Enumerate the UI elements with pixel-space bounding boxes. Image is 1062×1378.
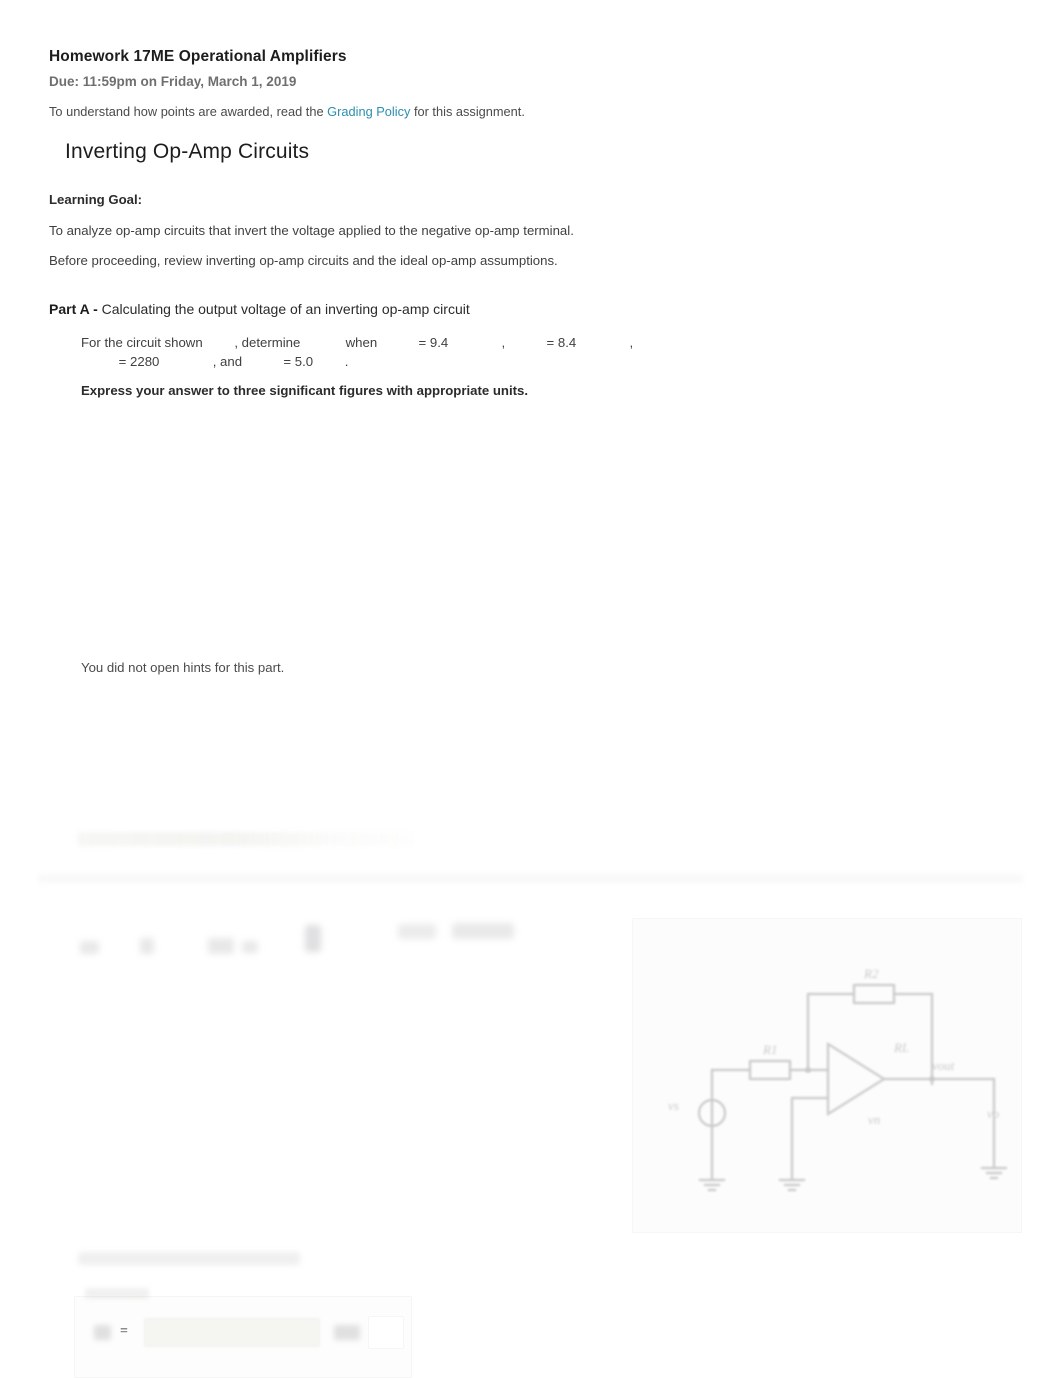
learning-goal-line-2: Before proceeding, review inverting op-a… bbox=[49, 253, 558, 268]
faded-toolbar-icon-template[interactable] bbox=[305, 925, 321, 952]
faded-toolbar-label-left bbox=[398, 924, 436, 939]
faded-toolbar-label-right bbox=[452, 923, 514, 939]
faded-toolbar-icon-reset[interactable] bbox=[208, 938, 234, 954]
page-title: Homework 17ME Operational Amplifiers bbox=[49, 48, 347, 65]
faded-toolbar-icon-redo[interactable] bbox=[140, 938, 154, 954]
prompt-text-4: = 9.4 bbox=[414, 335, 452, 350]
grading-policy-link[interactable]: Grading Policy bbox=[327, 104, 410, 119]
hints-note: You did not open hints for this part. bbox=[81, 660, 285, 675]
due-date: Due: 11:59pm on Friday, March 1, 2019 bbox=[49, 74, 297, 89]
prompt-text-8: = 2280 bbox=[115, 354, 164, 369]
part-a-heading: Part A - Calculating the output voltage … bbox=[49, 301, 470, 317]
prompt-text-11: . bbox=[344, 354, 349, 369]
prompt-text-3: when bbox=[341, 335, 381, 350]
answer-units-box[interactable] bbox=[368, 1316, 404, 1349]
section-heading: Inverting Op-Amp Circuits bbox=[65, 140, 310, 163]
faded-text-block bbox=[78, 832, 414, 846]
part-a-title: Calculating the output voltage of an inv… bbox=[101, 301, 470, 317]
grading-policy-suffix: for this assignment. bbox=[410, 104, 525, 119]
express-instruction: Express your answer to three significant… bbox=[81, 383, 529, 398]
grading-policy-line: To understand how points are awarded, re… bbox=[49, 104, 525, 119]
circuit-figure-panel bbox=[632, 918, 1022, 1233]
faded-toolbar-icon-undo[interactable] bbox=[80, 941, 99, 954]
prompt-text-2: , determine bbox=[234, 335, 304, 350]
prompt-text-10: = 5.0 bbox=[279, 354, 317, 369]
learning-goal-line-1: To analyze op-amp circuits that invert t… bbox=[49, 223, 574, 238]
prompt-text-5: , bbox=[497, 335, 509, 350]
faded-answer-prompt bbox=[78, 1252, 300, 1265]
homework-page: Homework 17ME Operational Amplifiers Due… bbox=[0, 0, 1062, 1378]
faded-toolbar-icon-keyboard[interactable] bbox=[242, 941, 258, 953]
section-divider bbox=[38, 872, 1023, 885]
answer-input[interactable] bbox=[144, 1318, 320, 1347]
prompt-text-9: , and bbox=[209, 354, 246, 369]
grading-policy-prefix: To understand how points are awarded, re… bbox=[49, 104, 328, 119]
prompt-text-6: = 8.4 bbox=[542, 335, 580, 350]
equals-sign: = bbox=[120, 1324, 128, 1339]
prompt-text-1: For the circuit shown bbox=[81, 335, 207, 350]
learning-goal-label: Learning Goal: bbox=[49, 192, 143, 207]
part-a-prompt: For the circuit shown , determine when =… bbox=[81, 333, 641, 371]
prompt-text-7: , bbox=[625, 335, 634, 350]
part-a-label: Part A - bbox=[49, 301, 98, 317]
